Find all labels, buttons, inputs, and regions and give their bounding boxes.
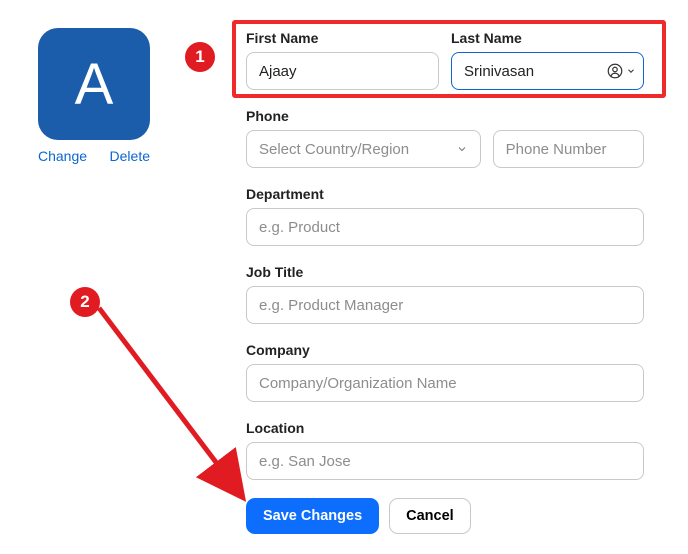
department-label: Department bbox=[246, 186, 644, 202]
phone-label: Phone bbox=[246, 108, 644, 124]
company-input[interactable] bbox=[246, 364, 644, 402]
department-input[interactable] bbox=[246, 208, 644, 246]
profile-form: First Name Last Name Phone Sel bbox=[246, 30, 644, 534]
job-title-label: Job Title bbox=[246, 264, 644, 280]
avatar-letter: A bbox=[75, 51, 114, 118]
cancel-button[interactable]: Cancel bbox=[389, 498, 471, 534]
country-select-placeholder: Select Country/Region bbox=[259, 141, 409, 158]
first-name-input[interactable] bbox=[246, 52, 439, 90]
chevron-down-icon bbox=[456, 143, 468, 155]
last-name-input[interactable] bbox=[451, 52, 644, 90]
location-label: Location bbox=[246, 420, 644, 436]
save-button[interactable]: Save Changes bbox=[246, 498, 379, 534]
job-title-input[interactable] bbox=[246, 286, 644, 324]
phone-number-input[interactable] bbox=[493, 130, 644, 168]
location-input[interactable] bbox=[246, 442, 644, 480]
change-avatar-link[interactable]: Change bbox=[38, 148, 87, 164]
delete-avatar-link[interactable]: Delete bbox=[110, 148, 150, 164]
company-label: Company bbox=[246, 342, 644, 358]
country-select[interactable]: Select Country/Region bbox=[246, 130, 481, 168]
last-name-label: Last Name bbox=[451, 30, 644, 46]
first-name-label: First Name bbox=[246, 30, 439, 46]
avatar-section: A Change Delete bbox=[36, 28, 152, 164]
avatar[interactable]: A bbox=[38, 28, 150, 140]
